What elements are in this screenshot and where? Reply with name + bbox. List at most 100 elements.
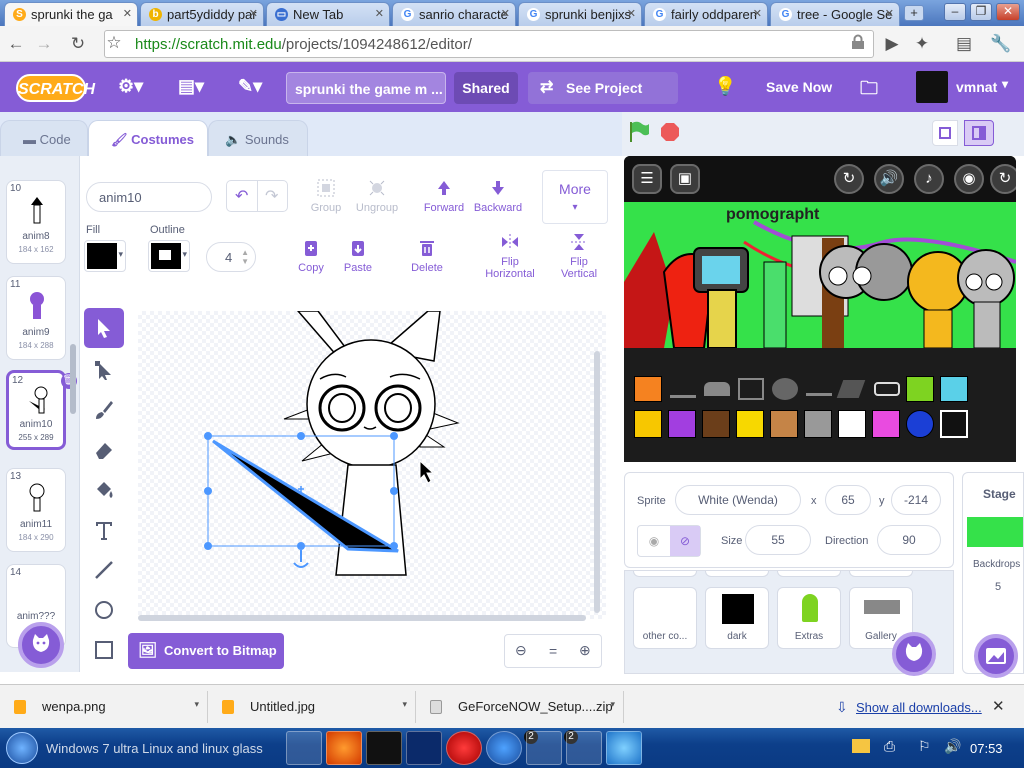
forward-button[interactable]: Forward [422,178,466,214]
fill-color-picker[interactable]: ▾ [84,240,126,272]
file-menu-icon[interactable]: ▤▾ [178,76,204,98]
close-icon[interactable]: ✕ [627,7,636,20]
item-purple-icon[interactable] [668,410,696,438]
show-eye-icon[interactable]: ◉ [638,526,670,556]
picture-icon[interactable]: ▣ [670,164,700,194]
flip-vertical-button[interactable]: Flip Vertical [554,232,604,280]
costume-name-input[interactable]: anim10 [86,182,212,212]
line-tool[interactable] [84,550,124,590]
item-cyan-icon[interactable] [940,376,968,402]
close-icon[interactable]: ✕ [501,7,510,20]
close-icon[interactable]: ✕ [992,697,1005,715]
costume-tile[interactable]: 10 anim8 184 x 162 [6,180,66,264]
close-icon[interactable]: ✕ [249,7,258,20]
select-tool[interactable] [84,308,124,348]
item-blue-icon[interactable] [906,410,934,438]
app-window-icon[interactable] [526,731,562,765]
delete-button[interactable]: Delete [408,238,446,274]
more-menu-button[interactable]: More ▾ [542,170,608,224]
item-hat-icon[interactable] [704,382,730,396]
flip-horizontal-button[interactable]: Flip Horizontal [480,232,540,280]
x-position-input[interactable]: 65 [825,485,871,515]
paint-canvas[interactable] [138,311,606,619]
close-icon[interactable]: ✕ [375,7,384,20]
folder-tray-icon[interactable] [852,739,870,753]
item-block-icon[interactable] [836,380,866,398]
choose-sprite-button[interactable] [892,632,936,676]
tab-costumes[interactable]: 🖌 Costumes [88,120,208,156]
close-window-button[interactable]: ✕ [996,3,1020,21]
costume-tile[interactable]: 11 anim9 184 x 288 [6,276,66,360]
restore-button[interactable]: ❐ [970,3,992,21]
opera-icon[interactable] [446,731,482,765]
item-white-icon[interactable] [838,410,866,438]
eraser-tool[interactable] [84,430,124,470]
sprite-tile[interactable]: Extras [777,587,841,649]
play-extension-icon[interactable]: ▶ [882,34,902,54]
costume-tile-selected[interactable]: 12 anim10 255 x 289 🗑 [6,370,77,450]
firefox-icon[interactable] [326,731,362,765]
item-crown2-icon[interactable] [806,382,832,396]
sprite-tile[interactable]: other co... [633,587,697,649]
item-monitor-icon[interactable] [804,410,832,438]
backward-button[interactable]: Backward [472,178,524,214]
close-icon[interactable]: ✕ [123,7,132,20]
stop-sign-icon[interactable] [660,122,680,142]
start-button-icon[interactable] [6,732,38,764]
download-item[interactable]: Untitled.jpg ▾ [208,691,416,723]
ungroup-button[interactable]: Ungroup [350,178,404,214]
outline-width-stepper[interactable]: 4 ▲ ▼ [206,242,256,272]
network-tray-icon[interactable]: ⚐ [918,738,931,755]
stepper-arrows-icon[interactable]: ▲ ▼ [241,248,249,266]
chrome-icon[interactable] [486,731,522,765]
item-sun-icon[interactable] [634,410,662,438]
bookmark-star-icon[interactable]: ☆ [104,33,124,53]
canvas-horizontal-scrollbar[interactable] [138,615,586,621]
item-visor-icon[interactable] [874,382,900,396]
show-all-downloads-link[interactable]: Show all downloads... [856,700,982,715]
reshape-tool[interactable] [84,350,124,390]
paste-button[interactable]: Paste [342,238,374,274]
y-position-input[interactable]: -214 [891,485,941,515]
address-bar[interactable]: https://scratch.mit.edu/projects/1094248… [104,30,874,58]
browser-tab-tree[interactable]: G tree - Google Se ✕ [770,2,900,26]
undo-icon[interactable]: ↶ [235,186,248,206]
eye-icon[interactable]: ◉ [954,164,984,194]
download-item[interactable]: GeForceNOW_Setup....zip ▾ [416,691,624,723]
item-yellow-icon[interactable] [736,410,764,438]
group-button[interactable]: Group [306,178,346,214]
lock-icon[interactable] [848,34,868,54]
scratch-logo[interactable]: SCRATCH [16,74,95,102]
item-hat-brown-icon[interactable] [770,410,798,438]
item-pink-icon[interactable] [872,410,900,438]
outline-color-picker[interactable]: ▾ [148,240,190,272]
size-input[interactable]: 55 [745,525,811,555]
chevron-down-icon[interactable]: ▾ [610,699,615,710]
browser-tab-part5ydiddy[interactable]: b part5ydiddy par ✕ [140,2,264,26]
costume-list-scrollbar[interactable] [70,344,76,414]
lightbulb-icon[interactable]: 💡 [714,76,736,98]
brush-tool[interactable] [84,390,124,430]
browser-tab-sanrio[interactable]: G sanrio characte ✕ [392,2,516,26]
page-menu-icon[interactable]: ▤ [954,34,974,54]
sprite-name-input[interactable]: White (Wenda) [675,485,801,515]
redo-icon[interactable]: ↷ [265,186,278,206]
wrench-settings-icon[interactable]: 🔧 [990,34,1011,54]
printer-tray-icon[interactable]: ⎙ [884,738,895,755]
green-flag-icon[interactable] [628,120,650,144]
convert-to-bitmap-button[interactable]: 🖼 Convert to Bitmap [128,633,284,669]
extensions-puzzle-icon[interactable]: ✦ [912,34,932,54]
costume-tile[interactable]: 13 anim11 184 x 290 [6,468,66,552]
volume-tray-icon[interactable]: 🔊 [944,738,961,755]
volume-icon[interactable]: 🔊 [874,164,904,194]
choose-backdrop-button[interactable] [974,634,1018,678]
small-stage-button[interactable] [932,120,958,146]
large-stage-button[interactable] [964,120,994,146]
chevron-down-icon[interactable]: ▾ [402,699,407,710]
hide-eye-icon[interactable]: ⊘ [670,526,700,556]
browser-tab-fairly-oddparents[interactable]: G fairly oddparen ✕ [644,2,768,26]
item-black-icon[interactable] [940,410,968,438]
see-project-page-button[interactable]: ⇄ See Project Page [528,72,678,128]
back-arrow-icon[interactable]: ← [6,34,26,54]
stage-canvas[interactable]: ☰ ▣ ↻ 🔊 ♪ ◉ ↻ pomographt [624,156,1016,462]
